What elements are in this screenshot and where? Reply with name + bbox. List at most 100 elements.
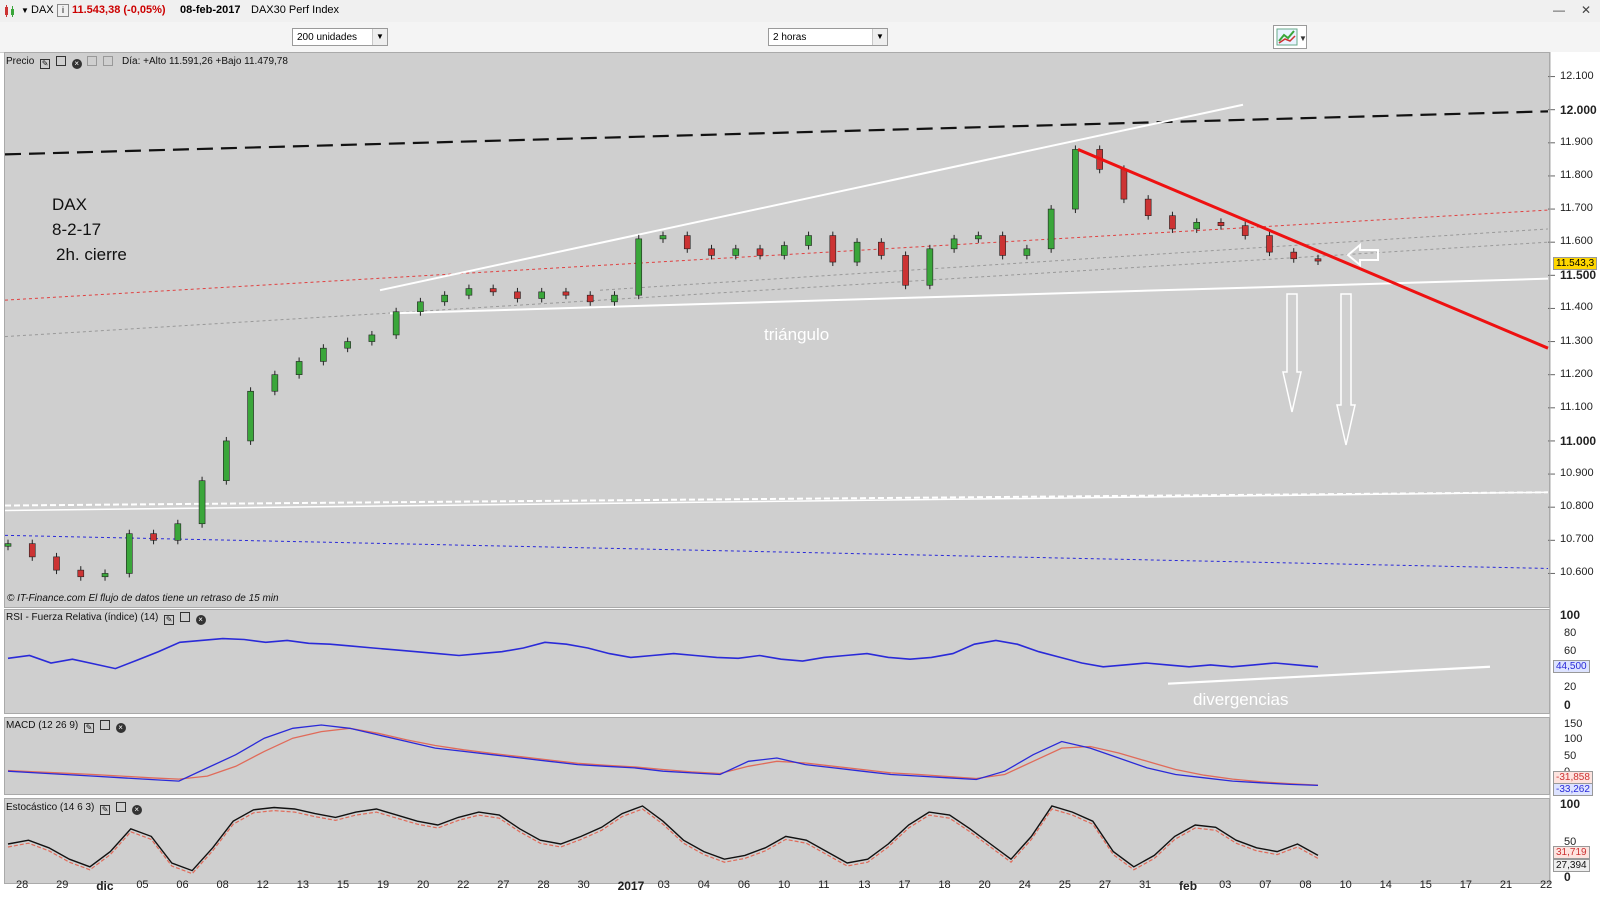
- copy-icon[interactable]: [87, 56, 98, 66]
- candle-body: [1169, 215, 1176, 230]
- support-line-lower: [4, 491, 1549, 512]
- candle-body: [805, 235, 812, 246]
- date-label: 10: [1339, 879, 1352, 891]
- candle-body: [247, 390, 254, 442]
- candle-body: [1047, 208, 1055, 250]
- date-label: 06: [176, 879, 189, 891]
- candle-body: [635, 238, 643, 296]
- date-label: 14: [1379, 879, 1392, 891]
- wrench-icon[interactable]: ✎: [84, 723, 95, 733]
- rsi-tick: 0: [1564, 698, 1571, 712]
- stoch-signal-tag: 31,719: [1553, 846, 1590, 859]
- macd-panel-title-bar: MACD (12 26 9) ✎ ×: [6, 720, 126, 733]
- date-label: 22: [457, 879, 470, 891]
- date-label: 31: [1138, 879, 1152, 891]
- date-label: 18: [938, 879, 951, 891]
- date-label: 08: [1299, 879, 1312, 891]
- stoch-tick: 100: [1560, 797, 1581, 811]
- stoch-value-tag: 27,394: [1553, 859, 1590, 872]
- close-panel-icon[interactable]: ×: [115, 723, 126, 733]
- wrench-icon[interactable]: ✎: [100, 805, 111, 815]
- wrench-icon[interactable]: ✎: [164, 615, 175, 625]
- price-tick: 11.900: [1560, 135, 1593, 148]
- candle-body: [28, 543, 36, 558]
- price-tick: 11.600: [1560, 235, 1593, 248]
- price-tick: 12.100: [1560, 69, 1594, 82]
- candle-body: [708, 248, 715, 256]
- date-label: 27: [1098, 879, 1112, 891]
- paste-icon[interactable]: [103, 56, 114, 66]
- window-icon[interactable]: [99, 720, 110, 730]
- candle-body: [659, 235, 667, 240]
- rsi-tick: 20: [1564, 681, 1577, 693]
- date-label: 22: [1540, 879, 1553, 891]
- annotation-date: 8-2-17: [52, 220, 102, 239]
- date-label: 05: [136, 879, 149, 891]
- date-label: 17: [898, 879, 911, 891]
- candle-body: [1072, 149, 1079, 210]
- close-panel-icon[interactable]: ×: [131, 805, 142, 815]
- date-label: 07: [1259, 879, 1272, 891]
- date-label: 2017: [617, 879, 645, 893]
- candle-body: [198, 480, 206, 525]
- long-term-resistance-line: [4, 110, 1549, 156]
- candle-body: [999, 235, 1006, 256]
- candle-body: [1120, 169, 1128, 200]
- candle-body: [368, 334, 376, 342]
- rsi-value-tag: 44,500: [1553, 660, 1590, 673]
- price-tick: 10.700: [1560, 533, 1594, 546]
- price-tick: 11.100: [1560, 400, 1593, 413]
- watermark: © IT-Finance.com El flujo de datos tiene…: [7, 593, 279, 604]
- price-tick: 11.500: [1560, 268, 1597, 283]
- candle-body: [1193, 222, 1201, 230]
- date-label: 10: [778, 879, 791, 891]
- window-icon[interactable]: [55, 56, 66, 66]
- close-panel-icon[interactable]: ×: [71, 59, 82, 69]
- annotation-note: 2h. cierre: [56, 245, 127, 264]
- candle-body: [1144, 198, 1152, 216]
- date-label: 15: [1419, 879, 1432, 891]
- candle-body: [150, 533, 157, 541]
- candle-body: [829, 235, 837, 263]
- candle-body: [125, 533, 133, 574]
- stoch-panel-title-bar: Estocástico (14 6 3) ✎ ×: [6, 802, 142, 815]
- wrench-icon[interactable]: ✎: [40, 59, 51, 69]
- candle-body: [780, 245, 788, 256]
- price-tick: 12.000: [1560, 102, 1597, 117]
- rsi-tick: 100: [1560, 608, 1581, 622]
- date-label: 08: [216, 879, 229, 891]
- candle-body: [902, 255, 909, 286]
- date-label: 30: [577, 879, 590, 891]
- candle-body: [756, 248, 764, 256]
- candle-body: [1266, 235, 1273, 253]
- macd-panel-title: MACD (12 26 9): [6, 720, 79, 731]
- macd-tick: 150: [1564, 718, 1583, 730]
- candle-body: [4, 543, 12, 547]
- annotation-triangle: triángulo: [764, 325, 830, 344]
- down-arrow-icon: [1282, 293, 1302, 413]
- candle-body: [392, 311, 400, 336]
- down-arrow-icon: [1336, 293, 1356, 446]
- macd-value-tag: -33,262: [1553, 783, 1593, 796]
- price-tick: 11.000: [1560, 433, 1597, 448]
- macd-signal-line: [7, 727, 1319, 786]
- date-label: 15: [336, 879, 350, 891]
- candle-body: [417, 301, 424, 313]
- window-icon[interactable]: [115, 802, 126, 812]
- date-label: feb: [1179, 879, 1198, 893]
- date-label: 13: [296, 879, 309, 891]
- chart-canvas: [4, 52, 1555, 884]
- price-tick: 10.800: [1560, 500, 1594, 513]
- rsi-line: [7, 637, 1319, 670]
- date-label: 03: [657, 879, 670, 891]
- candle-body: [514, 291, 521, 299]
- close-panel-icon[interactable]: ×: [195, 615, 206, 625]
- window-icon[interactable]: [179, 612, 190, 622]
- date-label: 29: [56, 879, 69, 891]
- price-tick: 11.700: [1560, 202, 1593, 215]
- date-label: 19: [376, 879, 390, 891]
- date-label: 25: [1058, 879, 1071, 891]
- candle-body: [1023, 248, 1031, 256]
- candle-body: [586, 294, 594, 303]
- red-resistance-line: [1077, 148, 1549, 350]
